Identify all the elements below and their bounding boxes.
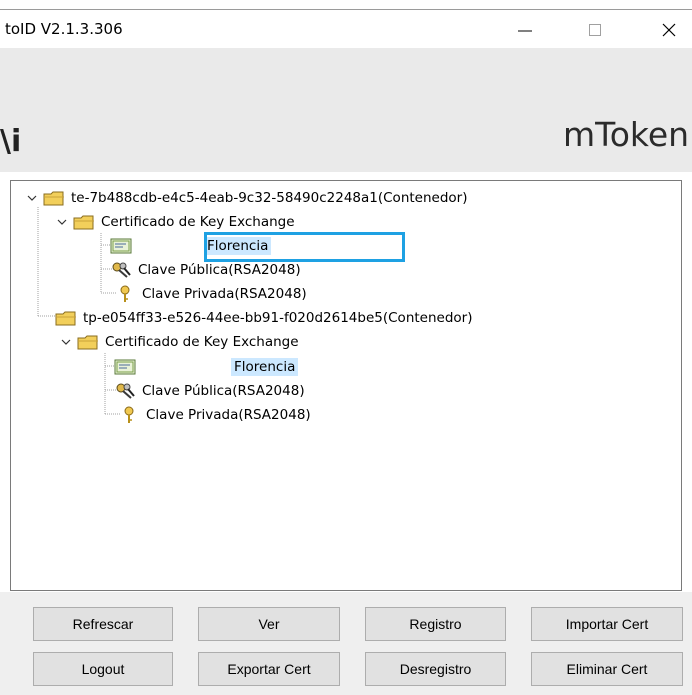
minimize-button[interactable] xyxy=(502,12,548,48)
tree-node-florencia-2[interactable]: Florencia xyxy=(114,355,299,379)
refresh-button[interactable]: Refrescar xyxy=(33,607,173,641)
delete-cert-button[interactable]: Eliminar Cert xyxy=(531,652,683,686)
folder-icon xyxy=(77,333,99,351)
maximize-button[interactable] xyxy=(572,12,618,48)
title-bar[interactable]: toID V2.1.3.306 xyxy=(0,12,692,48)
background-window-strip xyxy=(0,0,692,12)
tree-node-container-1[interactable]: te-7b488cdb-e4c5-4eab-9c32-58490c2248a1(… xyxy=(25,186,470,210)
brand-logo: mToken xyxy=(563,115,690,154)
import-cert-button[interactable]: Importar Cert xyxy=(531,607,683,641)
tree-node-private-key-1[interactable]: Clave Privada(RSA2048) xyxy=(114,282,310,306)
button-panel: Refrescar Ver Registro Importar Cert Log… xyxy=(0,592,692,695)
tree-node-certificate-2[interactable]: Certificado de Key Exchange xyxy=(59,330,302,354)
header-banner: \i mToken xyxy=(0,48,692,172)
close-button[interactable] xyxy=(646,12,692,48)
tree-node-container-2[interactable]: tp-e054ff33-e526-44ee-bb91-f020d2614be5(… xyxy=(55,306,475,330)
folder-icon xyxy=(55,309,77,327)
maximize-icon xyxy=(589,24,601,36)
chevron-down-icon[interactable] xyxy=(25,191,39,205)
chevron-down-icon[interactable] xyxy=(59,335,73,349)
certificate-icon xyxy=(110,237,132,255)
tree-node-label: Clave Pública(RSA2048) xyxy=(142,383,305,399)
register-button[interactable]: Registro xyxy=(365,607,506,641)
tree-node-label: Clave Privada(RSA2048) xyxy=(142,286,307,302)
folder-icon xyxy=(73,213,95,231)
tree-node-private-key-2[interactable]: Clave Privada(RSA2048) xyxy=(118,403,314,427)
tree-node-label: te-7b488cdb-e4c5-4eab-9c32-58490c2248a1(… xyxy=(71,190,468,206)
folder-icon xyxy=(43,189,65,207)
tree-node-label: Florencia xyxy=(231,358,299,376)
close-icon xyxy=(662,23,676,37)
key-icon xyxy=(114,285,136,303)
key-icon xyxy=(118,406,140,424)
export-cert-button[interactable]: Exportar Cert xyxy=(198,652,340,686)
tree-node-certificate-1[interactable]: Certificado de Key Exchange xyxy=(55,210,298,234)
tree-node-public-key-2[interactable]: Clave Pública(RSA2048) xyxy=(114,379,308,403)
unregister-button[interactable]: Desregistro xyxy=(365,652,506,686)
tree-node-label: Clave Pública(RSA2048) xyxy=(138,262,301,278)
keys-icon xyxy=(110,261,132,279)
tree-node-public-key-1[interactable]: Clave Pública(RSA2048) xyxy=(110,258,304,282)
logout-button[interactable]: Logout xyxy=(33,652,173,686)
certificate-icon xyxy=(114,358,136,376)
tree-node-label: Certificado de Key Exchange xyxy=(101,214,295,230)
tree-node-label: Certificado de Key Exchange xyxy=(105,334,299,350)
minimize-icon xyxy=(518,30,532,32)
banner-logo-fragment: \i xyxy=(0,124,22,159)
certificate-tree[interactable]: te-7b488cdb-e4c5-4eab-9c32-58490c2248a1(… xyxy=(10,180,682,591)
view-button[interactable]: Ver xyxy=(198,607,340,641)
tree-node-label: Clave Privada(RSA2048) xyxy=(146,407,311,423)
chevron-down-icon[interactable] xyxy=(55,215,69,229)
window-title: toID V2.1.3.306 xyxy=(5,20,123,38)
keys-icon xyxy=(114,382,136,400)
tree-node-label: tp-e054ff33-e526-44ee-bb91-f020d2614be5(… xyxy=(83,310,473,326)
